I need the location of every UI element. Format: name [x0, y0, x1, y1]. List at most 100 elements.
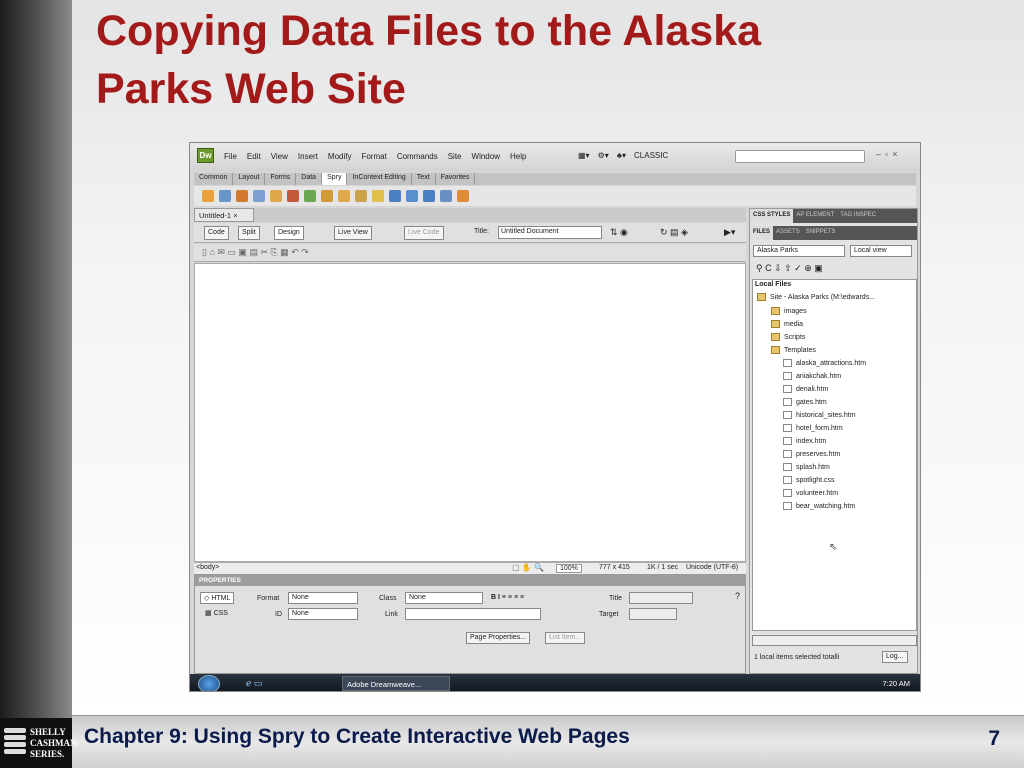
class-select[interactable]: None: [405, 592, 483, 604]
menu-commands[interactable]: Commands: [397, 152, 438, 161]
tab-untitled-1[interactable]: Untitled-1 ×: [194, 208, 254, 222]
file-item[interactable]: denali.htm: [783, 385, 828, 397]
file-item[interactable]: spotlight.css: [783, 476, 835, 488]
standard-toolbar-icons[interactable]: ▯ ⌂ ✉ ▭ ▣ ▤ ✂ ⎘ ▦ ↶ ↷: [202, 247, 309, 258]
horizontal-scrollbar[interactable]: [752, 635, 917, 646]
spry-tooltip-icon[interactable]: [457, 190, 469, 202]
folder-media[interactable]: media: [771, 320, 803, 332]
live-view-button[interactable]: Live View: [334, 226, 372, 240]
file-item[interactable]: hotel_form.htm: [783, 424, 843, 436]
list-item-button[interactable]: List Item...: [545, 632, 586, 644]
site-icon[interactable]: ♣▾: [617, 151, 626, 160]
tab-layout[interactable]: Layout: [233, 173, 266, 185]
live-code-button[interactable]: Live Code: [404, 226, 444, 240]
spry-tabbed-panels-icon[interactable]: [406, 190, 418, 202]
css-mode-button[interactable]: ▦ CSS: [205, 609, 228, 617]
spry-accordion-icon[interactable]: [423, 190, 435, 202]
split-view-button[interactable]: Split: [238, 226, 260, 240]
spry-menubar-icon[interactable]: [389, 190, 401, 202]
tab-ap-element[interactable]: AP ELEMENT: [793, 209, 837, 223]
tab-favorites[interactable]: Favorites: [436, 173, 476, 185]
zoom-select[interactable]: 100%: [556, 564, 582, 573]
refresh-icon[interactable]: ↻ ▤ ◈: [660, 227, 688, 238]
target-select[interactable]: [629, 608, 677, 620]
format-buttons[interactable]: B I ≡ ≡ ≡ ≡: [491, 594, 524, 601]
code-view-button[interactable]: Code: [204, 226, 229, 240]
page-properties-button[interactable]: Page Properties...: [466, 632, 531, 644]
file-item[interactable]: bear_watching.htm: [783, 502, 855, 514]
tab-css-styles[interactable]: CSS STYLES: [750, 209, 794, 223]
design-canvas[interactable]: [194, 263, 746, 562]
folder-images[interactable]: images: [771, 307, 807, 319]
link-input[interactable]: [405, 608, 541, 620]
spry-collapsible-icon[interactable]: [440, 190, 452, 202]
tab-tag-inspector[interactable]: TAG INSPEC: [837, 209, 879, 223]
document-title-input[interactable]: Untitled Document: [498, 226, 602, 239]
tab-data[interactable]: Data: [296, 173, 323, 185]
spry-repeat-icon[interactable]: [236, 190, 248, 202]
taskbar-dreamweaver-button[interactable]: Adobe Dreamweave...: [342, 676, 450, 691]
workspace-switcher[interactable]: CLASSIC: [634, 151, 668, 160]
layout-icon[interactable]: ▦▾: [578, 151, 590, 160]
spry-select-icon[interactable]: [287, 190, 299, 202]
file-item[interactable]: volunteer.htm: [783, 489, 838, 501]
design-view-button[interactable]: Design: [274, 226, 304, 240]
spry-password-icon[interactable]: [338, 190, 350, 202]
window-size[interactable]: 777 x 415: [599, 564, 630, 571]
site-root[interactable]: Site - Alaska Parks (M:\edwards...: [757, 293, 875, 305]
spry-region-icon[interactable]: [219, 190, 231, 202]
format-select[interactable]: None: [288, 592, 358, 604]
spry-textfield-icon[interactable]: [270, 190, 282, 202]
menu-view[interactable]: View: [271, 152, 288, 161]
files-toolbar-icons[interactable]: ⚲ C ⇩ ⇧ ✓ ⊕ ▣: [756, 263, 823, 274]
quick-launch-icons[interactable]: ℯ ▭: [246, 678, 262, 689]
menu-site[interactable]: Site: [448, 152, 462, 161]
spry-confirm-icon[interactable]: [355, 190, 367, 202]
log-button[interactable]: Log...: [882, 651, 908, 663]
file-item[interactable]: alaska_attractions.htm: [783, 359, 866, 371]
tab-incontext-editing[interactable]: InContext Editing: [347, 173, 412, 185]
view-select[interactable]: Local view: [850, 245, 912, 257]
file-management-icon[interactable]: ⇅ ◉: [610, 227, 628, 238]
file-item[interactable]: index.htm: [783, 437, 826, 449]
menu-insert[interactable]: Insert: [298, 152, 318, 161]
search-input[interactable]: [735, 150, 865, 163]
status-tools-icon[interactable]: ▢ ✋ 🔍: [512, 563, 544, 572]
check-page-icon[interactable]: ▶▾: [724, 227, 735, 238]
menu-format[interactable]: Format: [361, 152, 386, 161]
tab-text[interactable]: Text: [412, 173, 436, 185]
file-item[interactable]: splash.htm: [783, 463, 830, 475]
tab-spry[interactable]: Spry: [322, 173, 348, 185]
tab-common[interactable]: Common: [194, 173, 234, 185]
folder-templates[interactable]: Templates: [771, 346, 816, 358]
start-button[interactable]: [198, 675, 220, 691]
menu-modify[interactable]: Modify: [328, 152, 352, 161]
tag-selector[interactable]: <body>: [196, 564, 219, 571]
html-mode-button[interactable]: ◇ HTML: [200, 592, 235, 604]
file-item[interactable]: preserves.htm: [783, 450, 840, 462]
tab-forms[interactable]: Forms: [265, 173, 297, 185]
menu-file[interactable]: File: [224, 152, 237, 161]
gear-icon[interactable]: ⚙▾: [598, 151, 609, 160]
menu-edit[interactable]: Edit: [247, 152, 261, 161]
tab-snippets[interactable]: SNIPPETS: [803, 226, 839, 240]
window-controls[interactable]: –▫×: [876, 149, 901, 159]
spry-repeat-list-icon[interactable]: [253, 190, 265, 202]
tab-assets[interactable]: ASSETS: [773, 226, 803, 240]
spry-checkbox-icon[interactable]: [304, 190, 316, 202]
site-select[interactable]: Alaska Parks: [753, 245, 845, 257]
id-select[interactable]: None: [288, 608, 358, 620]
file-item[interactable]: gates.htm: [783, 398, 827, 410]
help-icon[interactable]: ?: [735, 591, 740, 601]
spry-textarea-icon[interactable]: [321, 190, 333, 202]
spry-radio-icon[interactable]: [372, 190, 384, 202]
close-icon[interactable]: ×: [233, 211, 237, 220]
menu-help[interactable]: Help: [510, 152, 526, 161]
spry-xml-dataset-icon[interactable]: [202, 190, 214, 202]
menu-window[interactable]: Window: [472, 152, 500, 161]
tab-files[interactable]: FILES: [750, 226, 774, 240]
folder-scripts[interactable]: Scripts: [771, 333, 805, 345]
title-prop-input[interactable]: [629, 592, 693, 604]
file-item[interactable]: aniakchak.htm: [783, 372, 841, 384]
file-item[interactable]: historical_sites.htm: [783, 411, 856, 423]
